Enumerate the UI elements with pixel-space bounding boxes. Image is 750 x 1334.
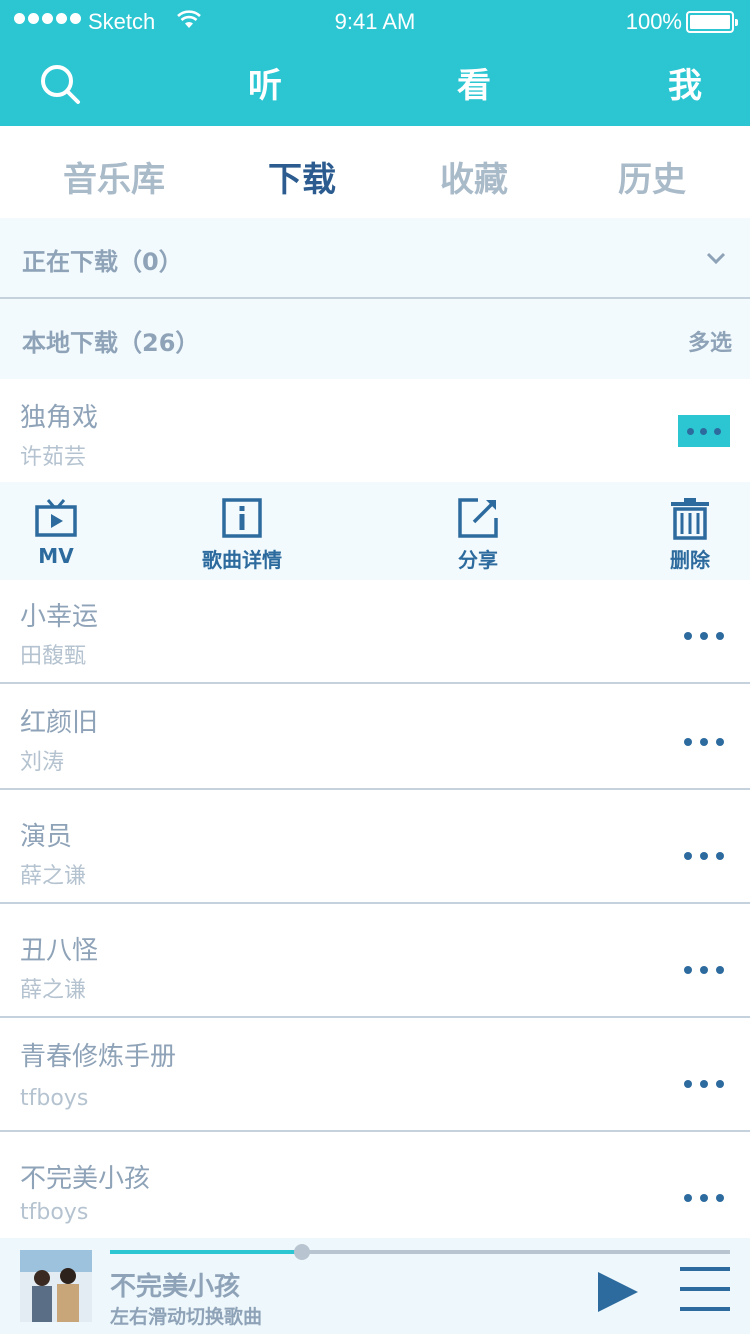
list-item[interactable]: 不完美小孩 tfboys bbox=[0, 1132, 750, 1238]
delete-button[interactable]: 删除 bbox=[652, 496, 728, 573]
tab-history[interactable]: 历史 bbox=[582, 152, 722, 201]
tab-download[interactable]: 下载 bbox=[232, 152, 372, 201]
share-icon bbox=[458, 498, 498, 538]
song-artist: 刘涛 bbox=[20, 750, 65, 775]
song-title: 独角戏 bbox=[20, 403, 99, 433]
tab-favorites[interactable]: 收藏 bbox=[404, 152, 544, 201]
song-title: 红颜旧 bbox=[20, 708, 99, 738]
share-button[interactable]: 分享 bbox=[440, 496, 516, 573]
list-item[interactable]: 丑八怪 薛之谦 bbox=[0, 904, 750, 1018]
song-actions-bar: MV 歌曲详情 分享 删除 bbox=[0, 482, 750, 580]
song-artist: 薛之谦 bbox=[20, 978, 87, 1003]
song-artist: 薛之谦 bbox=[20, 864, 87, 889]
song-title: 不完美小孩 bbox=[20, 1164, 151, 1194]
trash-icon bbox=[671, 498, 709, 540]
song-title: 小幸运 bbox=[20, 602, 99, 632]
song-title: 丑八怪 bbox=[20, 936, 99, 966]
info-icon bbox=[222, 498, 262, 538]
play-icon[interactable] bbox=[596, 1270, 640, 1314]
more-icon[interactable] bbox=[678, 415, 730, 447]
list-item[interactable]: 红颜旧 刘涛 bbox=[0, 684, 750, 790]
more-icon[interactable] bbox=[684, 1194, 724, 1202]
playlist-icon[interactable] bbox=[680, 1264, 730, 1314]
song-title: 演员 bbox=[20, 822, 73, 852]
song-artist: 许茹芸 bbox=[20, 445, 87, 470]
tv-icon bbox=[35, 499, 77, 537]
list-item[interactable]: 青春修炼手册 tfboys bbox=[0, 1018, 750, 1132]
song-artist: tfboys bbox=[20, 1086, 89, 1111]
song-detail-button[interactable]: 歌曲详情 bbox=[182, 496, 302, 573]
status-bar: Sketch 9:41 AM 100% bbox=[0, 0, 750, 44]
progress-fill bbox=[110, 1250, 303, 1254]
battery-icon bbox=[686, 11, 738, 33]
battery-percent: 100% bbox=[625, 9, 682, 34]
mv-button[interactable]: MV bbox=[26, 496, 86, 568]
more-icon[interactable] bbox=[684, 738, 724, 746]
list-item[interactable]: 演员 薛之谦 bbox=[0, 790, 750, 904]
more-icon[interactable] bbox=[684, 1080, 724, 1088]
downloading-label: 正在下载（0） bbox=[22, 248, 183, 276]
list-item[interactable]: 小幸运 田馥甄 bbox=[0, 580, 750, 684]
nav-listen[interactable]: 听 bbox=[225, 58, 305, 107]
multi-select-button[interactable]: 多选 bbox=[688, 325, 732, 357]
swipe-hint: 左右滑动切换歌曲 bbox=[110, 1306, 263, 1328]
share-label: 分享 bbox=[458, 548, 498, 572]
tab-bar: 音乐库 下载 收藏 历史 bbox=[0, 126, 750, 218]
song-title: 青春修炼手册 bbox=[20, 1042, 177, 1072]
downloading-section[interactable]: 正在下载（0） bbox=[0, 218, 750, 298]
album-cover[interactable] bbox=[20, 1250, 92, 1322]
local-download-label: 本地下载（26） bbox=[22, 329, 200, 357]
more-icon[interactable] bbox=[684, 632, 724, 640]
app-header: Sketch 9:41 AM 100% 听 看 我 bbox=[0, 0, 750, 126]
mv-label: MV bbox=[38, 544, 74, 568]
delete-label: 删除 bbox=[670, 548, 710, 572]
progress-bar[interactable] bbox=[110, 1244, 730, 1260]
more-icon[interactable] bbox=[684, 852, 724, 860]
progress-handle[interactable] bbox=[294, 1244, 311, 1260]
more-icon[interactable] bbox=[684, 966, 724, 974]
nav-me[interactable]: 我 bbox=[645, 58, 725, 107]
song-artist: 田馥甄 bbox=[20, 644, 87, 669]
now-playing-title: 不完美小孩 bbox=[110, 1272, 241, 1302]
mini-player[interactable]: 不完美小孩 左右滑动切换歌曲 bbox=[0, 1238, 750, 1334]
search-icon[interactable] bbox=[38, 62, 82, 106]
tab-music-library[interactable]: 音乐库 bbox=[44, 152, 184, 201]
chevron-down-icon[interactable] bbox=[704, 246, 728, 270]
song-artist: tfboys bbox=[20, 1200, 89, 1225]
list-item-expanded[interactable]: 独角戏 许茹芸 bbox=[0, 379, 750, 482]
nav-watch[interactable]: 看 bbox=[434, 58, 514, 107]
local-download-section: 本地下载（26） 多选 bbox=[0, 299, 750, 379]
song-detail-label: 歌曲详情 bbox=[202, 548, 282, 572]
